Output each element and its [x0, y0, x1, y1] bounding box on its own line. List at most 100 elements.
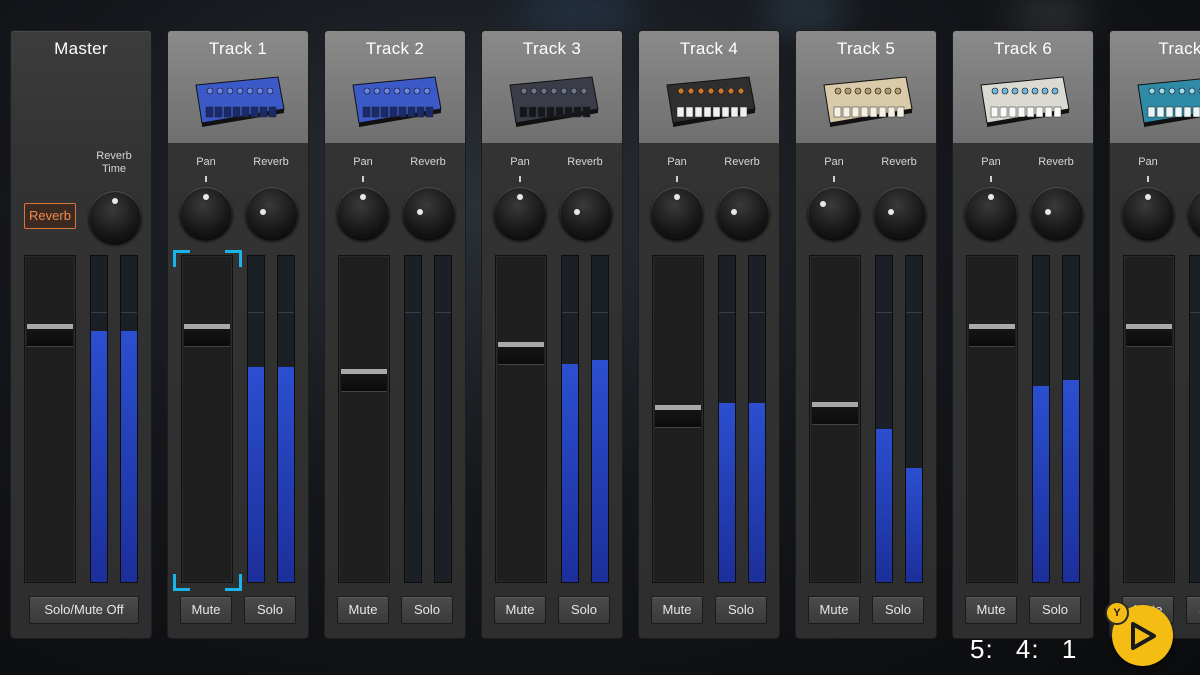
track-title: Track 5 — [836, 39, 896, 58]
mute-button[interactable]: Mute — [337, 596, 389, 624]
master-fader-handle[interactable] — [27, 324, 73, 346]
track-meter-left — [247, 255, 265, 583]
solo-button[interactable]: Solo — [715, 596, 767, 624]
pan-center-tick — [833, 176, 835, 182]
digital-synth-icon[interactable] — [1130, 67, 1200, 129]
track-meter-left — [1032, 255, 1050, 583]
song-position: 5: 4: 1 — [970, 634, 1077, 665]
track-title: Track 1 — [208, 39, 268, 58]
track-meter-right — [591, 255, 609, 583]
track-meter-left — [1189, 255, 1200, 583]
track-fader-handle[interactable] — [655, 405, 701, 427]
pan-knob[interactable] — [965, 187, 1017, 239]
reverb-button[interactable]: Reverb — [24, 203, 76, 229]
track-fader[interactable] — [809, 255, 861, 583]
vintage-synth-icon[interactable] — [816, 67, 916, 129]
mute-button[interactable]: Mute — [965, 596, 1017, 624]
pan-label: Pan — [824, 156, 844, 168]
pan-knob[interactable] — [651, 187, 703, 239]
mute-button[interactable]: Mute — [651, 596, 703, 624]
pan-knob[interactable] — [180, 187, 232, 239]
reverb-label: Reverb — [724, 156, 760, 168]
track-meter-right — [277, 255, 295, 583]
knob-indicator — [517, 194, 523, 200]
solo-button[interactable]: Solo — [244, 596, 296, 624]
reverb-label: R — [1183, 156, 1200, 168]
track-fader-handle[interactable] — [184, 324, 230, 346]
mute-button[interactable]: Mute — [808, 596, 860, 624]
pan-label: Pan — [196, 156, 216, 168]
pan-label: Pan — [510, 156, 530, 168]
track-strip-7: Track Pan R Mute Solo — [1110, 31, 1200, 638]
track-meter-right — [748, 255, 766, 583]
reverb-label: Reverb — [881, 156, 917, 168]
selection-cursor-corner — [173, 574, 190, 591]
selection-cursor-corner — [225, 574, 242, 591]
pan-center-tick — [519, 176, 521, 182]
master-fader[interactable] — [24, 255, 76, 583]
knob-indicator — [417, 209, 423, 215]
y-button-badge: Y — [1105, 601, 1129, 625]
pan-knob[interactable] — [808, 187, 860, 239]
pan-label: Pan — [353, 156, 373, 168]
solo-button[interactable]: Solo — [872, 596, 924, 624]
knob-indicator — [731, 209, 737, 215]
knob-indicator — [1145, 194, 1151, 200]
reverb-time-knob[interactable] — [89, 191, 141, 243]
track-title: Track — [1158, 39, 1200, 58]
track-title: Track 3 — [522, 39, 582, 58]
master-title: Master — [54, 39, 108, 58]
track-title: Track 2 — [365, 39, 425, 58]
pan-label: Pan — [1138, 156, 1158, 168]
track-title: Track 4 — [679, 39, 739, 58]
reverb-label: Reverb — [253, 156, 289, 168]
analog-synth-icon[interactable] — [659, 67, 759, 129]
solo-button[interactable]: Solo — [1186, 596, 1200, 624]
track-fader[interactable] — [338, 255, 390, 583]
track-fader-handle[interactable] — [812, 402, 858, 424]
reverb-knob[interactable] — [560, 187, 612, 239]
track-strip-4: Track 4 Pan Reverb Mute Solo — [639, 31, 779, 638]
groovebox-icon[interactable] — [502, 67, 602, 129]
solo-button[interactable]: Solo — [1029, 596, 1081, 624]
drum-machine-icon[interactable] — [188, 67, 288, 129]
reverb-knob[interactable] — [717, 187, 769, 239]
play-icon — [1131, 622, 1156, 650]
track-fader-handle[interactable] — [341, 369, 387, 391]
track-meter-right — [905, 255, 923, 583]
reverb-knob[interactable] — [246, 187, 298, 239]
pan-knob[interactable] — [1122, 187, 1174, 239]
reverb-knob[interactable] — [403, 187, 455, 239]
pan-center-tick — [676, 176, 678, 182]
knob-indicator — [574, 209, 580, 215]
solo-button[interactable]: Solo — [401, 596, 453, 624]
track-fader[interactable] — [652, 255, 704, 583]
track-strip-6: Track 6 Pan Reverb Mute Solo — [953, 31, 1093, 638]
track-fader-handle[interactable] — [969, 324, 1015, 346]
knob-indicator — [674, 194, 680, 200]
pan-label: Pan — [981, 156, 1001, 168]
track-fader[interactable] — [495, 255, 547, 583]
master-strip: Master Reverb Time Reverb Solo/Mute Off — [11, 31, 151, 638]
mute-button[interactable]: Mute — [180, 596, 232, 624]
drum-machine-icon[interactable] — [345, 67, 445, 129]
track-fader[interactable] — [966, 255, 1018, 583]
solo-button[interactable]: Solo — [558, 596, 610, 624]
knob-indicator — [888, 209, 894, 215]
reverb-knob[interactable] — [1188, 187, 1200, 239]
pan-knob[interactable] — [494, 187, 546, 239]
track-fader[interactable] — [1123, 255, 1175, 583]
solo-mute-off-button[interactable]: Solo/Mute Off — [29, 596, 139, 624]
reverb-time-label: Reverb Time — [96, 150, 132, 175]
reverb-knob[interactable] — [1031, 187, 1083, 239]
track-fader-handle[interactable] — [1126, 324, 1172, 346]
mute-button[interactable]: Mute — [494, 596, 546, 624]
knob-indicator — [360, 194, 366, 200]
keyboard-synth-icon[interactable] — [973, 67, 1073, 129]
pan-knob[interactable] — [337, 187, 389, 239]
track-fader-handle[interactable] — [498, 342, 544, 364]
position-bar: 5: — [970, 634, 994, 664]
track-fader[interactable] — [181, 255, 233, 583]
reverb-knob[interactable] — [874, 187, 926, 239]
pan-center-tick — [362, 176, 364, 182]
